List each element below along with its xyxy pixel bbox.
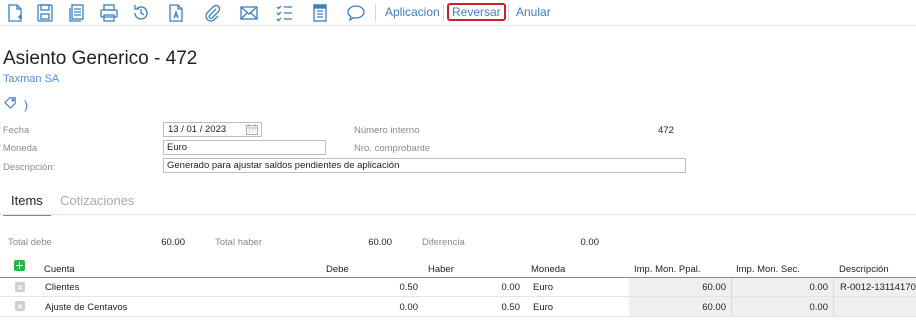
aplicacion-button[interactable]: Aplicacion [385,5,440,19]
tag-list-paren: ) [24,98,28,112]
column-divider [731,278,732,316]
fecha-day: 13 [168,124,179,135]
cell-cuenta[interactable]: Ajuste de Centavos [45,302,127,313]
cell-debe[interactable]: 0.00 [360,302,419,313]
attachment-document-icon[interactable] [166,3,186,23]
cell-cuenta[interactable]: Clientes [45,282,79,293]
tab-items[interactable]: Items [3,193,51,216]
diferencia-value: 0.00 [580,237,600,248]
email-icon[interactable] [239,3,259,23]
save-icon[interactable] [35,3,55,23]
cell-imp-mon-sec: 0.00 [809,302,829,313]
tab-cotizaciones[interactable]: Cotizaciones [60,193,134,208]
fecha-month: 01 [186,124,198,135]
col-header-moneda[interactable]: Moneda [531,264,565,275]
tag-icon[interactable] [3,95,18,115]
cell-imp-mon-ppal: 60.00 [702,302,726,313]
col-header-debe[interactable]: Debe [326,264,349,275]
total-haber-value: 60.00 [368,237,392,248]
new-document-icon[interactable] [5,3,25,23]
col-header-cuenta[interactable]: Cuenta [44,264,75,275]
toolbar: Aplicacion Reversar Anular [0,0,916,26]
history-icon[interactable] [131,3,151,23]
anular-button[interactable]: Anular [516,5,551,19]
descripcion-field[interactable]: Generado para ajustar saldos pendientes … [163,158,686,173]
cell-imp-mon-sec: 0.00 [809,282,829,293]
table-header-divider [0,277,916,278]
company-link[interactable]: Taxman SA [3,73,59,85]
cell-debe[interactable]: 0.50 [360,282,419,293]
numero-interno-label: Número interno [354,125,420,136]
tags-row: ) [3,97,28,113]
reversar-button[interactable]: Reversar [447,3,506,21]
paperclip-icon[interactable] [202,3,222,23]
cell-descripcion[interactable]: R-0012-13114170 [840,282,916,293]
cell-haber[interactable]: 0.00 [462,282,521,293]
tabs-divider [0,214,916,215]
copy-icon[interactable] [66,3,86,23]
cell-imp-mon-ppal: 60.00 [702,282,726,293]
total-debe-label: Total debe [8,237,52,248]
calendar-icon[interactable] [246,124,258,135]
toolbar-separator [375,4,376,21]
moneda-label: 'Moneda [0,143,38,154]
toolbar-separator [443,4,444,21]
moneda-field[interactable]: Euro [163,140,326,155]
comment-icon[interactable] [346,3,366,23]
col-header-descripcion[interactable]: Descripción [839,264,889,275]
cell-moneda[interactable]: Euro [533,302,553,313]
total-haber-label: Total haber [215,237,263,248]
cell-moneda[interactable]: Euro [533,282,553,293]
table-row-divider [0,316,916,317]
descripcion-label: Descripción: [3,162,56,173]
table-row-divider [0,296,916,297]
col-header-imp-mon-sec[interactable]: Imp. Mon. Sec. [736,264,800,275]
cell-haber[interactable]: 0.50 [462,302,521,313]
diferencia-label: Diferencia [422,237,465,248]
checklist-icon[interactable] [274,3,294,23]
numero-interno-value: 472 [658,125,674,136]
toolbar-separator [508,4,509,21]
page-title: Asiento Generico - 472 [3,48,198,69]
nro-comprobante-label: Nro. comprobante [354,143,431,154]
add-row-button[interactable] [14,260,25,271]
column-divider [833,278,834,316]
notebook-icon[interactable] [310,3,330,23]
delete-row-button[interactable] [15,301,25,311]
fecha-date-input[interactable]: 13 / 01 / 2023 [163,122,262,137]
fecha-label: 'Fecha [0,125,30,136]
col-header-haber[interactable]: Haber [428,264,454,275]
print-icon[interactable] [99,3,119,23]
total-debe-value: 60.00 [161,237,185,248]
delete-row-button[interactable] [15,282,25,292]
fecha-year: 2023 [205,124,227,135]
col-header-imp-mon-ppal[interactable]: Imp. Mon. Ppal. [634,264,701,275]
